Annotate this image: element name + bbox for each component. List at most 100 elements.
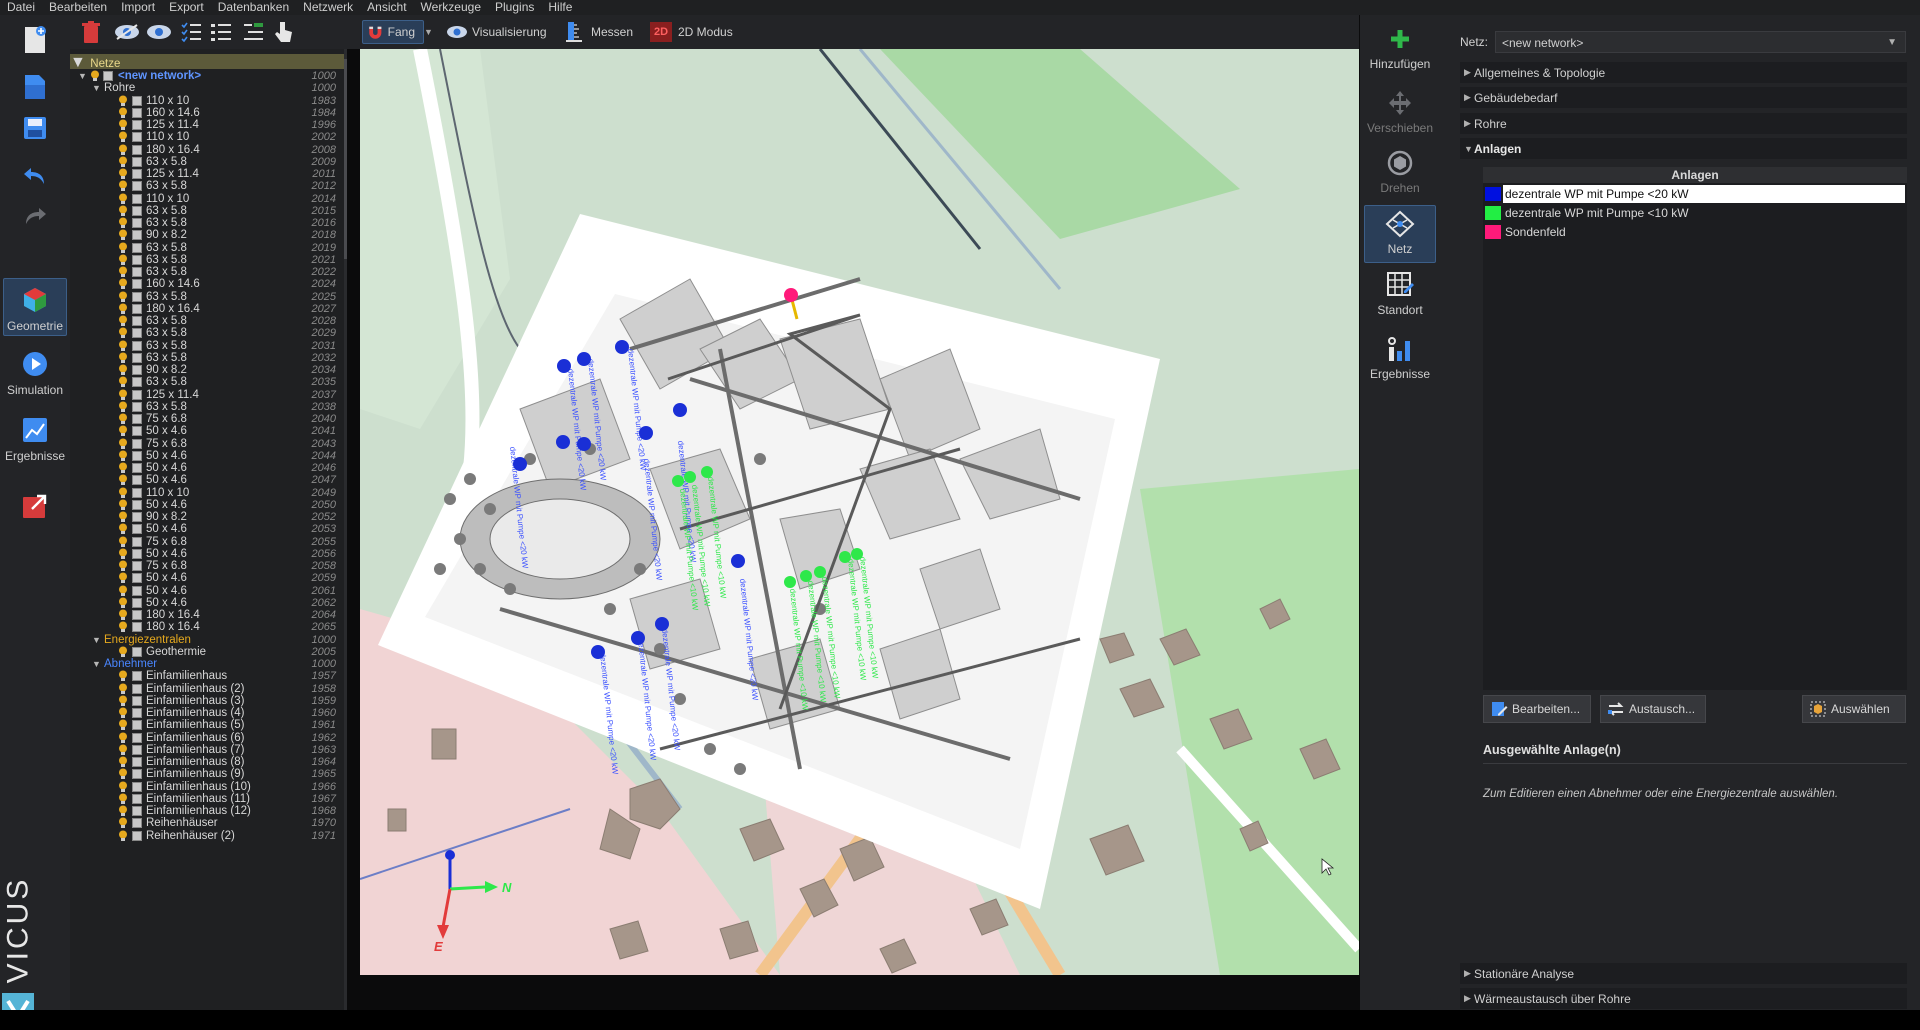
visibility-checkbox[interactable] xyxy=(132,499,142,510)
visibility-checkbox[interactable] xyxy=(132,573,142,584)
bulb-icon[interactable] xyxy=(118,670,128,682)
visibility-checkbox[interactable] xyxy=(132,683,142,694)
visibility-checkbox[interactable] xyxy=(132,218,142,228)
bulb-icon[interactable] xyxy=(118,376,128,388)
visibility-checkbox[interactable] xyxy=(132,830,142,841)
hide-icon[interactable] xyxy=(114,19,140,45)
menu-import[interactable]: Import xyxy=(121,0,155,15)
consumer-node[interactable] xyxy=(673,403,687,417)
bulb-icon[interactable] xyxy=(118,744,128,756)
bulb-icon[interactable] xyxy=(118,646,128,658)
bulb-icon[interactable] xyxy=(118,303,128,315)
bulb-icon[interactable] xyxy=(118,401,128,413)
select-button[interactable]: Auswählen xyxy=(1802,695,1906,723)
bulb-icon[interactable] xyxy=(118,168,128,180)
scene-canvas[interactable]: dezentrale WP mit Pumpe <20 kW dezentral… xyxy=(360,49,1359,975)
menu-bearbeiten[interactable]: Bearbeiten xyxy=(49,0,107,15)
visibility-checkbox[interactable] xyxy=(132,316,142,326)
collapse-caret-icon[interactable]: ▼ xyxy=(92,635,101,645)
network-button[interactable]: Netz xyxy=(1364,205,1436,263)
bulb-icon[interactable] xyxy=(118,131,128,143)
visibility-checkbox[interactable] xyxy=(132,120,142,130)
bulb-icon[interactable] xyxy=(118,278,128,290)
delete-icon[interactable] xyxy=(78,19,104,45)
visibility-checkbox[interactable] xyxy=(132,291,142,302)
simulation-mode-button[interactable]: Simulation xyxy=(3,343,67,401)
visibility-checkbox[interactable] xyxy=(132,732,142,743)
bulb-icon[interactable] xyxy=(118,315,128,327)
bulb-icon[interactable] xyxy=(118,119,128,131)
bulb-icon[interactable] xyxy=(118,144,128,156)
bulb-icon[interactable] xyxy=(118,781,128,793)
visibility-checkbox[interactable] xyxy=(132,132,142,143)
redo-button[interactable] xyxy=(3,195,67,253)
edit-button[interactable]: Bearbeiten... xyxy=(1483,695,1591,723)
bulb-icon[interactable] xyxy=(118,609,128,621)
consumer-node[interactable] xyxy=(672,475,684,487)
consumer-node[interactable] xyxy=(800,570,812,582)
bulb-icon[interactable] xyxy=(118,585,128,597)
bulb-icon[interactable] xyxy=(118,768,128,780)
bulb-icon[interactable] xyxy=(118,156,128,168)
network-select[interactable]: <new network> ▼ xyxy=(1495,31,1906,53)
bulb-icon[interactable] xyxy=(118,572,128,584)
consumer-node[interactable] xyxy=(577,437,591,451)
section-building-demand[interactable]: ▶ Gebäudebedarf xyxy=(1460,87,1907,108)
visibility-checkbox[interactable] xyxy=(132,144,142,155)
location-button[interactable]: Standort xyxy=(1364,267,1436,325)
visibility-checkbox[interactable] xyxy=(132,463,142,473)
visibility-checkbox[interactable] xyxy=(132,695,142,706)
collapse-caret-icon[interactable]: ▼ xyxy=(92,83,101,93)
bulb-icon[interactable] xyxy=(118,474,128,486)
consumer-node[interactable] xyxy=(684,471,696,483)
tree-root-row[interactable]: ▼ Netze xyxy=(70,54,344,71)
visibility-checkbox[interactable] xyxy=(132,757,142,767)
3d-viewport[interactable]: dezentrale WP mit Pumpe <20 kW dezentral… xyxy=(360,49,1359,975)
visualization-toggle[interactable]: Visualisierung xyxy=(446,20,547,44)
bulb-icon[interactable] xyxy=(118,707,128,719)
visibility-checkbox[interactable] xyxy=(132,548,142,559)
measure-tool[interactable]: Messen xyxy=(565,20,633,44)
consumer-node[interactable] xyxy=(615,340,629,354)
check-list-icon[interactable] xyxy=(178,19,204,45)
bulb-icon[interactable] xyxy=(118,352,128,364)
collapse-caret-icon[interactable]: ▼ xyxy=(92,659,101,669)
bulb-icon[interactable] xyxy=(90,70,100,82)
visibility-checkbox[interactable] xyxy=(132,340,142,351)
bulb-icon[interactable] xyxy=(118,95,128,107)
bulb-icon[interactable] xyxy=(118,413,128,425)
tree-scrollbar-thumb[interactable] xyxy=(344,59,347,259)
visibility-checkbox[interactable] xyxy=(132,303,142,314)
bulb-icon[interactable] xyxy=(118,364,128,376)
visibility-checkbox[interactable] xyxy=(132,512,142,522)
bulb-icon[interactable] xyxy=(118,805,128,817)
visibility-checkbox[interactable] xyxy=(132,438,142,449)
bulb-icon[interactable] xyxy=(118,205,128,217)
collapse-caret-icon[interactable]: ▼ xyxy=(78,71,87,81)
bulb-icon[interactable] xyxy=(118,389,128,401)
tree-list-icon[interactable] xyxy=(240,19,266,45)
visibility-checkbox[interactable] xyxy=(132,95,142,106)
bulb-icon[interactable] xyxy=(118,830,128,842)
visibility-checkbox[interactable] xyxy=(132,597,142,608)
plants-table-row[interactable]: dezentrale WP mit Pumpe <20 kW xyxy=(1483,185,1907,203)
bulb-icon[interactable] xyxy=(118,621,128,633)
menu-ansicht[interactable]: Ansicht xyxy=(367,0,406,15)
consumer-node[interactable] xyxy=(839,551,851,563)
visibility-checkbox[interactable] xyxy=(132,205,142,216)
visibility-checkbox[interactable] xyxy=(132,450,142,461)
visibility-checkbox[interactable] xyxy=(132,352,142,363)
bulb-icon[interactable] xyxy=(118,817,128,829)
bulb-icon[interactable] xyxy=(118,499,128,511)
bulb-icon[interactable] xyxy=(118,462,128,474)
visibility-checkbox[interactable] xyxy=(132,720,142,731)
add-button[interactable]: Hinzufügen xyxy=(1364,21,1436,79)
visibility-checkbox[interactable] xyxy=(132,230,142,241)
source-node[interactable] xyxy=(784,288,798,302)
menu-export[interactable]: Export xyxy=(169,0,204,15)
visibility-checkbox[interactable] xyxy=(132,389,142,400)
visibility-checkbox[interactable] xyxy=(132,744,142,755)
visibility-checkbox[interactable] xyxy=(132,536,142,547)
bulb-icon[interactable] xyxy=(118,732,128,744)
visibility-checkbox[interactable] xyxy=(103,71,113,81)
